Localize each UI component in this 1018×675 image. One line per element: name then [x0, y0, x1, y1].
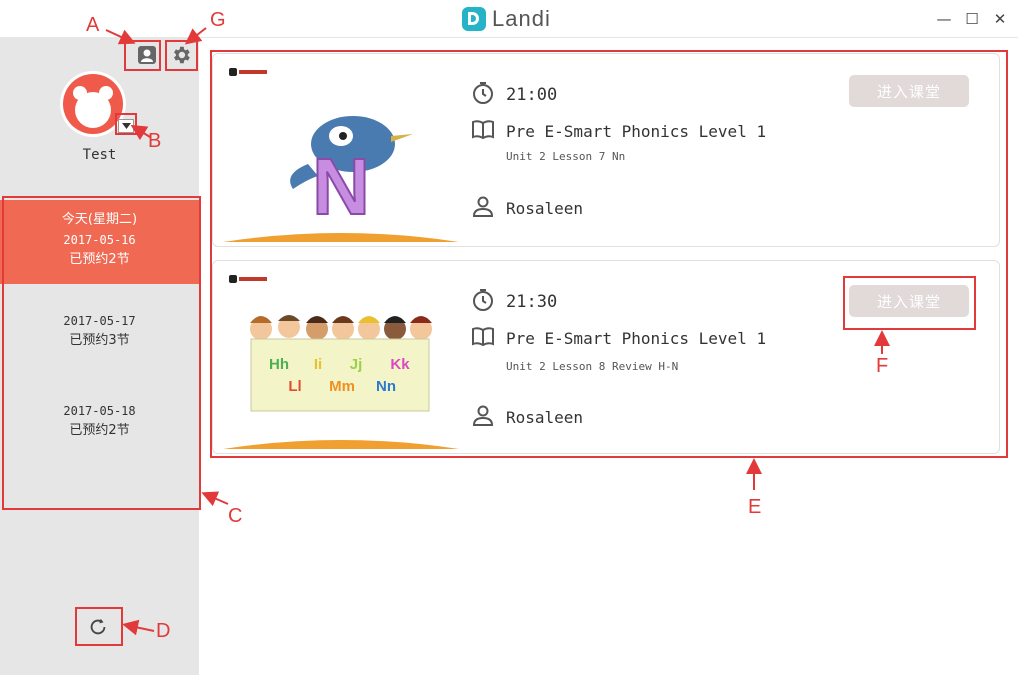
clock-icon [471, 81, 495, 109]
gear-icon[interactable] [170, 44, 192, 66]
app-logo: Landi [462, 6, 551, 32]
course-name: Pre E-Smart Phonics Level 1 [506, 328, 767, 348]
annotation-label-a: A [86, 14, 100, 36]
annotation-label-d: D [156, 620, 171, 642]
enter-classroom-button[interactable]: 进入课堂 [849, 285, 969, 317]
logo-badge [462, 7, 486, 31]
thumbnail-letter: Hh [269, 356, 289, 373]
teacher-name: Rosaleen [506, 407, 584, 427]
course-row: Pre E-Smart Phonics Level 1 [471, 324, 766, 352]
title-bar: Landi — ☐ ✕ [0, 0, 1018, 38]
lesson-thumbnail: Hh Ii Jj Kk Ll Mm Nn [223, 271, 459, 449]
lesson-time: 21:00 [506, 85, 558, 105]
profile-icon[interactable] [136, 44, 158, 66]
annotation-label-f: F [876, 355, 889, 377]
avatar[interactable] [63, 74, 123, 134]
close-button[interactable]: ✕ [991, 10, 1009, 28]
course-name: Pre E-Smart Phonics Level 1 [506, 121, 767, 141]
username: Test [82, 147, 117, 163]
annotation-label-c: C [228, 505, 243, 527]
teacher-row: Rosaleen [471, 403, 583, 431]
thumbnail-letter: Ll [288, 378, 301, 395]
time-row: 21:30 [471, 288, 557, 316]
annotation-label-e: E [748, 496, 762, 518]
refresh-icon[interactable] [87, 616, 109, 638]
maximize-button[interactable]: ☐ [963, 10, 981, 28]
book-icon [471, 117, 495, 145]
book-icon [471, 324, 495, 352]
person-icon [471, 194, 495, 222]
person-icon [471, 403, 495, 431]
thumbnail-letter: Nn [376, 378, 396, 395]
minimize-button[interactable]: — [935, 10, 953, 28]
logo-text: Landi [492, 6, 551, 31]
clock-icon [471, 288, 495, 316]
thumbnail-letter: Jj [350, 356, 363, 373]
thumbnail-letter: Ii [314, 356, 322, 373]
lesson-title: Unit 2 Lesson 7 Nn [506, 150, 626, 163]
enter-classroom-button[interactable]: 进入课堂 [849, 75, 969, 107]
thumbnail-letter: Kk [390, 356, 410, 373]
annotation-box-c [2, 196, 201, 510]
annotation-label-b: B [148, 130, 162, 152]
teacher-row: Rosaleen [471, 194, 583, 222]
thumbnail-letter: Mm [329, 378, 355, 395]
annotation-label-g: G [210, 9, 226, 31]
lesson-thumbnail: N [223, 64, 459, 242]
time-row: 21:00 [471, 81, 557, 109]
avatar-dropdown-icon[interactable] [118, 119, 134, 133]
thumbnail-letter: N [312, 142, 370, 231]
teacher-name: Rosaleen [506, 198, 584, 218]
lesson-title: Unit 2 Lesson 8 Review H-N [506, 360, 679, 373]
lesson-card: N 21:00 Pre E-Smart Phonics Level 1 Unit… [212, 53, 1000, 247]
course-row: Pre E-Smart Phonics Level 1 [471, 117, 766, 145]
lesson-time: 21:30 [506, 292, 558, 312]
